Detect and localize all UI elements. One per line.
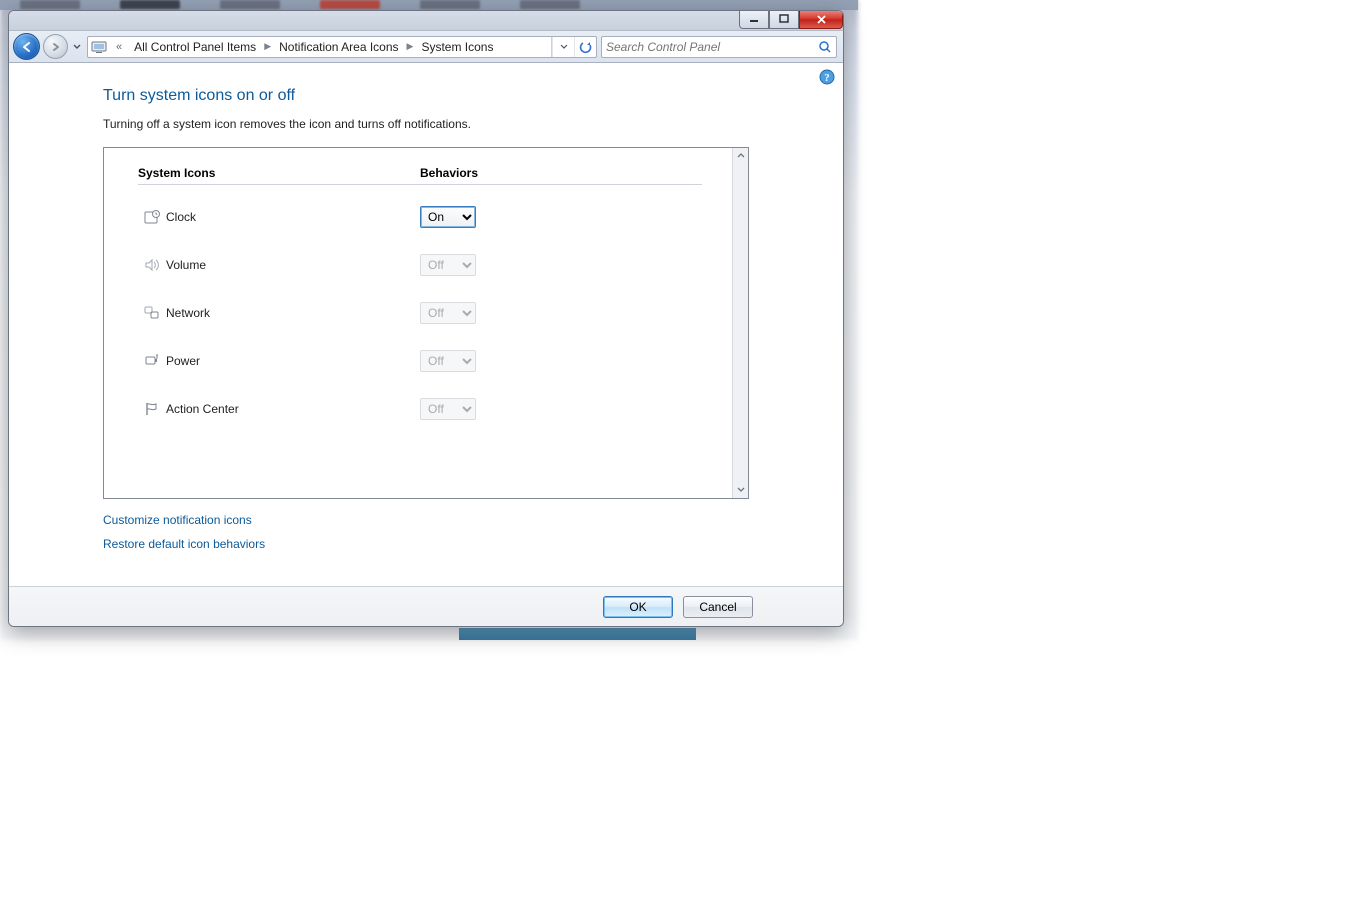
cancel-button[interactable]: Cancel [683, 596, 753, 618]
refresh-icon [579, 40, 593, 54]
close-icon [816, 14, 827, 25]
list-item-power: Power Off [138, 337, 702, 385]
system-icons-listbox: System Icons Behaviors Clock On Off [103, 147, 749, 499]
address-bar[interactable]: « All Control Panel Items ▶ Notification… [87, 36, 597, 58]
search-icon[interactable] [818, 40, 832, 54]
scroll-down-button[interactable] [733, 482, 748, 498]
content-pane: ? Turn system icons on or off Turning of… [9, 63, 843, 586]
chevron-down-icon [560, 43, 568, 51]
nav-history-dropdown[interactable] [71, 35, 83, 59]
breadcrumb-overflow[interactable]: « [110, 41, 128, 53]
ok-button[interactable]: OK [603, 596, 673, 618]
link-restore-defaults[interactable]: Restore default icon behaviors [103, 537, 813, 551]
list-item-label: Network [166, 306, 420, 320]
list-item-label: Power [166, 354, 420, 368]
clock-icon [138, 209, 166, 225]
control-panel-window: « All Control Panel Items ▶ Notification… [8, 10, 844, 627]
page-description: Turning off a system icon removes the ic… [103, 117, 813, 131]
behavior-select-network: Off [420, 302, 476, 324]
background-tabstrip-blur [20, 0, 720, 9]
nav-forward-button[interactable] [43, 34, 68, 59]
scrollbar[interactable] [732, 148, 748, 498]
list-item-label: Clock [166, 210, 420, 224]
list-item-volume: Volume Off [138, 241, 702, 289]
breadcrumb-item-system-icons[interactable]: System Icons [415, 37, 499, 57]
nav-back-button[interactable] [13, 33, 40, 60]
chevron-right-icon: ▶ [405, 41, 416, 52]
svg-text:?: ? [824, 72, 830, 84]
title-bar[interactable] [9, 11, 843, 31]
refresh-button[interactable] [574, 37, 596, 57]
links-section: Customize notification icons Restore def… [103, 513, 813, 551]
scroll-up-button[interactable] [733, 148, 748, 164]
window-buttons [739, 10, 843, 29]
header-behaviors: Behaviors [420, 166, 478, 180]
list-item-label: Action Center [166, 402, 420, 416]
list-item-network: Network Off [138, 289, 702, 337]
chevron-down-icon [73, 43, 81, 51]
chevron-right-icon: ▶ [262, 41, 273, 52]
list-item-label: Volume [166, 258, 420, 272]
maximize-icon [779, 14, 789, 24]
minimize-icon [749, 14, 759, 24]
list-item-clock: Clock On Off [138, 193, 702, 241]
behavior-select-power: Off [420, 350, 476, 372]
taskbar-fragment [459, 628, 696, 640]
maximize-button[interactable] [769, 10, 799, 29]
help-icon: ? [819, 69, 835, 85]
nav-bar: « All Control Panel Items ▶ Notification… [9, 31, 843, 63]
link-customize-notification-icons[interactable]: Customize notification icons [103, 513, 813, 527]
flag-icon [138, 401, 166, 417]
behavior-select-clock[interactable]: On Off [420, 206, 476, 228]
dialog-footer: OK Cancel [9, 586, 843, 626]
close-button[interactable] [799, 10, 843, 29]
chevron-down-icon [737, 486, 745, 494]
network-icon [138, 305, 166, 321]
header-system-icons: System Icons [138, 166, 420, 180]
breadcrumb-item-notification[interactable]: Notification Area Icons [273, 37, 404, 57]
chevron-up-icon [737, 152, 745, 160]
power-icon [138, 353, 166, 369]
control-panel-icon [88, 41, 110, 53]
help-button[interactable]: ? [819, 69, 835, 85]
page-title: Turn system icons on or off [103, 87, 813, 105]
behavior-select-volume: Off [420, 254, 476, 276]
behavior-select-action-center: Off [420, 398, 476, 420]
search-box[interactable] [601, 36, 837, 58]
arrow-left-icon [20, 40, 34, 54]
search-input[interactable] [606, 40, 818, 54]
address-dropdown[interactable] [552, 37, 574, 57]
list-header: System Icons Behaviors [138, 166, 702, 185]
minimize-button[interactable] [739, 10, 769, 29]
breadcrumb-item-all[interactable]: All Control Panel Items [128, 37, 262, 57]
volume-icon [138, 257, 166, 273]
arrow-right-icon [50, 41, 62, 53]
list-item-action-center: Action Center Off [138, 385, 702, 433]
